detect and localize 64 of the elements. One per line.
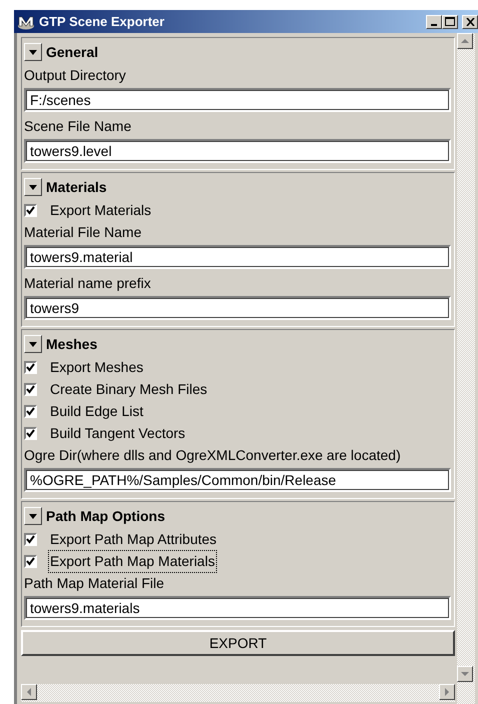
arrow-left-icon [26, 688, 32, 696]
caret-down-icon [29, 184, 37, 190]
vertical-scrollbar[interactable] [457, 33, 475, 704]
checkmark-icon [26, 556, 35, 566]
text-field[interactable]: F:/scenes [24, 88, 451, 112]
checkbox[interactable] [24, 204, 37, 216]
field-label: Material name prefix [24, 274, 152, 293]
section-title: General [46, 42, 98, 62]
scroll-up-button[interactable] [457, 33, 473, 49]
field-label: Material File Name [24, 223, 142, 242]
checkmark-icon [26, 406, 35, 416]
checkbox[interactable] [24, 426, 37, 440]
checkbox-label[interactable]: Build Tangent Vectors [49, 422, 186, 444]
close-button[interactable] [462, 14, 478, 28]
close-icon [466, 18, 474, 26]
checkbox-label[interactable]: Export Meshes [49, 356, 144, 378]
checkmark-icon [26, 384, 35, 394]
checkmark-icon [26, 428, 35, 438]
arrow-right-icon [444, 688, 450, 696]
section-title: Meshes [46, 334, 98, 354]
window-title: GTP Scene Exporter [39, 12, 164, 31]
checkmark-icon [26, 206, 35, 214]
collapse-button[interactable] [24, 507, 42, 525]
text-field[interactable]: towers9 [24, 296, 451, 320]
scroll-left-button[interactable] [21, 684, 37, 700]
checkbox-label[interactable]: Export Path Map Materials [49, 550, 216, 572]
checkmark-icon [26, 534, 35, 544]
collapse-button[interactable] [24, 335, 42, 353]
export-button[interactable]: EXPORT [21, 630, 455, 656]
text-field[interactable]: towers9.materials [24, 596, 451, 620]
checkbox[interactable] [24, 554, 37, 568]
section-title: Path Map Options [46, 506, 165, 526]
checkbox-label[interactable]: Export Materials [49, 200, 152, 220]
caret-down-icon [29, 50, 37, 54]
checkbox-label[interactable]: Build Edge List [49, 400, 144, 422]
arrow-up-icon [461, 38, 469, 44]
text-field[interactable]: towers9.level [24, 139, 451, 163]
minimize-button[interactable] [426, 14, 442, 28]
checkbox[interactable] [24, 360, 37, 374]
checkbox[interactable] [24, 404, 37, 418]
field-label: Path Map Material File [24, 574, 166, 593]
checkbox[interactable] [24, 532, 37, 546]
collapse-button[interactable] [24, 178, 42, 196]
text-field[interactable]: %OGRE_PATH%/Samples/Common/bin/Release [24, 468, 451, 492]
checkbox-label[interactable]: Create Binary Mesh Files [49, 378, 208, 400]
section-title: Materials [46, 178, 107, 196]
scroll-down-button[interactable] [457, 666, 473, 682]
scroll-right-button[interactable] [439, 684, 455, 700]
caret-down-icon [29, 342, 37, 346]
minimize-icon [431, 24, 437, 26]
checkbox[interactable] [24, 382, 37, 396]
caret-down-icon [29, 514, 37, 518]
checkmark-icon [26, 362, 35, 372]
app-logo-icon [17, 14, 35, 30]
checkbox-label[interactable]: Export Path Map Attributes [49, 528, 218, 550]
field-label: Scene File Name [24, 117, 132, 136]
maximize-icon [445, 17, 455, 26]
arrow-down-icon [461, 671, 469, 677]
collapse-button[interactable] [24, 43, 42, 61]
horizontal-scrollbar[interactable] [21, 684, 455, 702]
field-label: Output Directory [24, 66, 127, 85]
text-field[interactable]: towers9.material [24, 245, 451, 269]
field-label: Ogre Dir(where dlls and OgreXMLConverter.exe are located) [24, 446, 402, 465]
maximize-button[interactable] [442, 14, 458, 28]
